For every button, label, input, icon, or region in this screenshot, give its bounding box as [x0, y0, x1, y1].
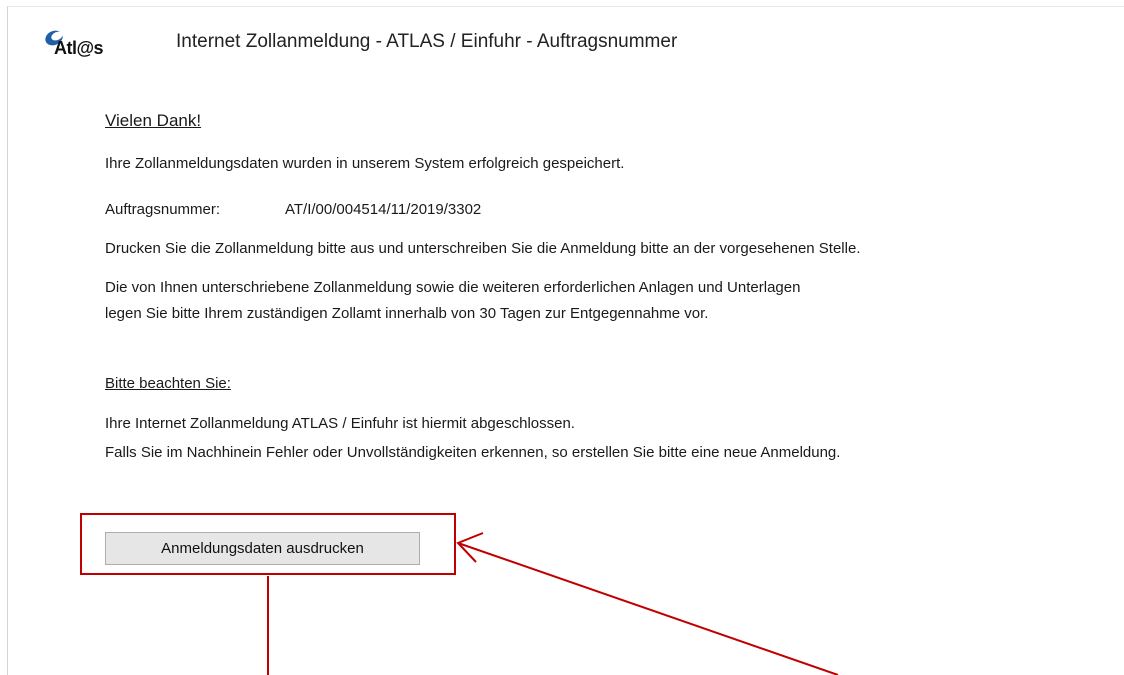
annotation-arrows [267, 532, 839, 675]
annotation-arrow-line [457, 542, 839, 675]
